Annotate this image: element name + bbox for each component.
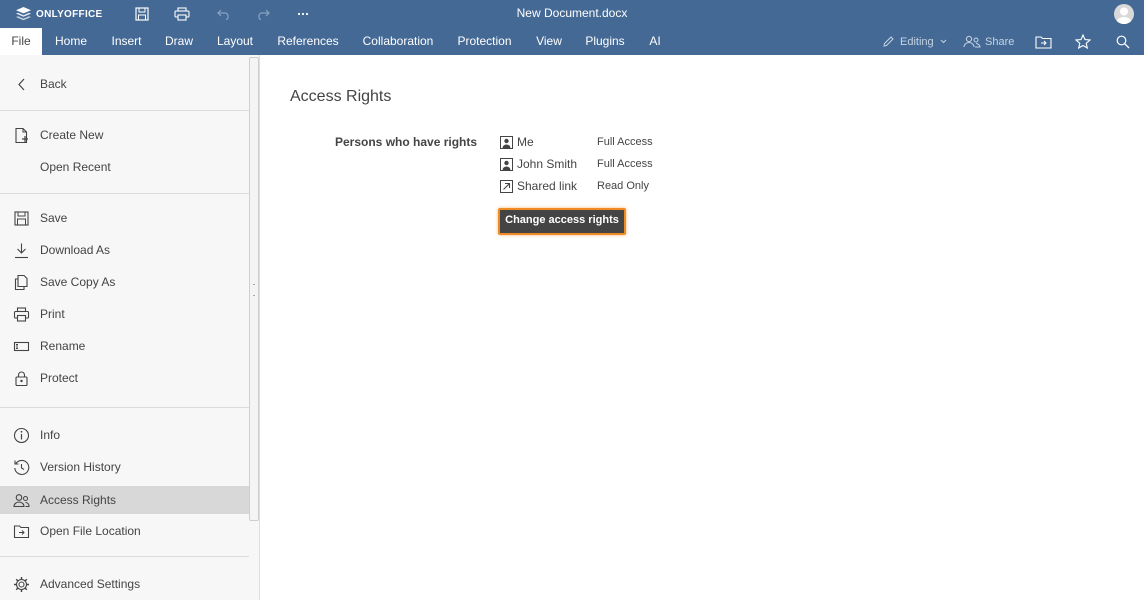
tab-insert[interactable]: Insert — [104, 28, 149, 55]
rename-icon — [13, 341, 30, 352]
menu-item-advanced-settings[interactable]: Advanced Settings — [0, 570, 249, 598]
create-new-icon — [15, 127, 28, 144]
person-name: Me — [517, 135, 534, 149]
tab-home[interactable]: Home — [47, 28, 95, 55]
menu-label: Info — [40, 428, 61, 442]
back-button[interactable]: Back — [0, 70, 249, 98]
divider — [0, 556, 249, 557]
menu-item-info[interactable]: Info — [0, 421, 249, 449]
person-access: Read Only — [597, 180, 649, 192]
share-users-icon — [963, 35, 981, 48]
save-icon[interactable] — [132, 4, 152, 24]
gear-icon — [14, 577, 29, 592]
more-icon[interactable] — [293, 4, 313, 24]
menu-item-download-as[interactable]: Download As — [0, 236, 249, 264]
save-icon — [14, 211, 29, 226]
tab-view[interactable]: View — [530, 28, 568, 55]
menu-label: Advanced Settings — [40, 577, 141, 591]
lock-icon — [15, 371, 28, 387]
access-rights-panel: Access Rights Persons who have rights Me… — [261, 55, 1144, 600]
menu-item-save-copy-as[interactable]: Save Copy As — [0, 268, 249, 296]
tab-collaboration[interactable]: Collaboration — [357, 28, 439, 55]
divider — [0, 193, 249, 194]
menu-item-save[interactable]: Save — [0, 204, 249, 232]
info-icon — [13, 427, 30, 444]
menu-label: Create New — [40, 128, 104, 142]
tab-protection[interactable]: Protection — [452, 28, 517, 55]
tab-file[interactable]: File — [0, 28, 42, 55]
divider — [0, 110, 249, 111]
chevron-down-icon — [940, 39, 946, 44]
menu-label: Open Recent — [40, 160, 111, 174]
menu-item-print[interactable]: Print — [0, 300, 249, 328]
list-item: John Smith Full Access — [500, 156, 760, 174]
person-access: Full Access — [597, 136, 653, 148]
menu-item-open-recent[interactable]: Open Recent — [0, 153, 249, 181]
tab-draw[interactable]: Draw — [158, 28, 200, 55]
menu-label: Version History — [40, 460, 121, 474]
save-copy-icon — [14, 274, 28, 291]
tab-references[interactable]: References — [272, 28, 344, 55]
menu-label: Save — [40, 211, 68, 225]
file-menu-sidebar: Back Create New Open Recent Save Downloa… — [0, 55, 260, 600]
logo-text: ONLYOFFICE — [36, 8, 103, 20]
page-title: Access Rights — [290, 88, 392, 105]
person-name: John Smith — [517, 157, 578, 171]
search-icon[interactable] — [1116, 28, 1130, 55]
sidebar-scrollbar[interactable] — [249, 57, 259, 521]
share-label: Share — [985, 35, 1015, 48]
scrollbar-grip[interactable] — [253, 284, 255, 296]
folder-open-icon — [13, 525, 30, 539]
menu-item-version-history[interactable]: Version History — [0, 453, 249, 481]
app-logo: ONLYOFFICE — [16, 6, 103, 22]
editing-label: Editing — [900, 35, 934, 48]
history-icon — [14, 459, 30, 475]
menu-item-open-file-location[interactable]: Open File Location — [0, 517, 249, 545]
person-name: Shared link — [517, 179, 578, 193]
menu-label: Protect — [40, 371, 79, 385]
tab-ai[interactable]: AI — [643, 28, 667, 55]
divider — [0, 407, 249, 408]
user-icon — [500, 136, 513, 149]
open-location-icon[interactable] — [1035, 28, 1052, 55]
person-access: Full Access — [597, 158, 653, 170]
menu-label: Open File Location — [40, 524, 141, 538]
list-item: Me Full Access — [500, 134, 760, 152]
change-access-rights-label: Change access rights — [505, 214, 619, 226]
onlyoffice-logo-icon — [16, 7, 31, 21]
tab-layout[interactable]: Layout — [211, 28, 259, 55]
menu-label: Access Rights — [40, 493, 117, 507]
user-icon — [500, 158, 513, 171]
favorite-star-icon[interactable] — [1075, 28, 1091, 55]
menu-item-protect[interactable]: Protect — [0, 364, 249, 392]
download-icon — [15, 243, 28, 259]
tab-plugins[interactable]: Plugins — [580, 28, 630, 55]
persons-with-rights-label: Persons who have rights — [335, 135, 478, 149]
menu-label: Download As — [40, 243, 111, 257]
title-bar: ONLYOFFICE New Document.docx — [0, 0, 1144, 28]
redo-icon[interactable] — [253, 4, 273, 24]
print-icon — [13, 307, 30, 322]
users-icon — [13, 494, 30, 508]
back-label: Back — [40, 77, 67, 91]
chevron-left-icon — [18, 78, 25, 91]
pencil-icon — [883, 36, 894, 47]
user-avatar-icon[interactable] — [1114, 4, 1134, 24]
external-link-icon — [500, 180, 513, 193]
menu-label: Save Copy As — [40, 275, 116, 289]
menu-label: Rename — [40, 339, 86, 353]
editing-mode-button[interactable]: Editing — [882, 28, 947, 55]
list-item: Shared link Read Only — [500, 178, 760, 196]
print-icon[interactable] — [172, 4, 192, 24]
menu-item-create-new[interactable]: Create New — [0, 121, 249, 149]
change-access-rights-button[interactable]: Change access rights — [498, 208, 626, 235]
share-button[interactable]: Share — [963, 28, 1014, 55]
menu-item-rename[interactable]: Rename — [0, 332, 249, 360]
menu-item-access-rights[interactable]: Access Rights — [0, 486, 249, 514]
ribbon-tabs: File Home Insert Draw Layout References … — [0, 28, 1144, 55]
menu-label: Print — [40, 307, 65, 321]
undo-icon[interactable] — [214, 4, 234, 24]
